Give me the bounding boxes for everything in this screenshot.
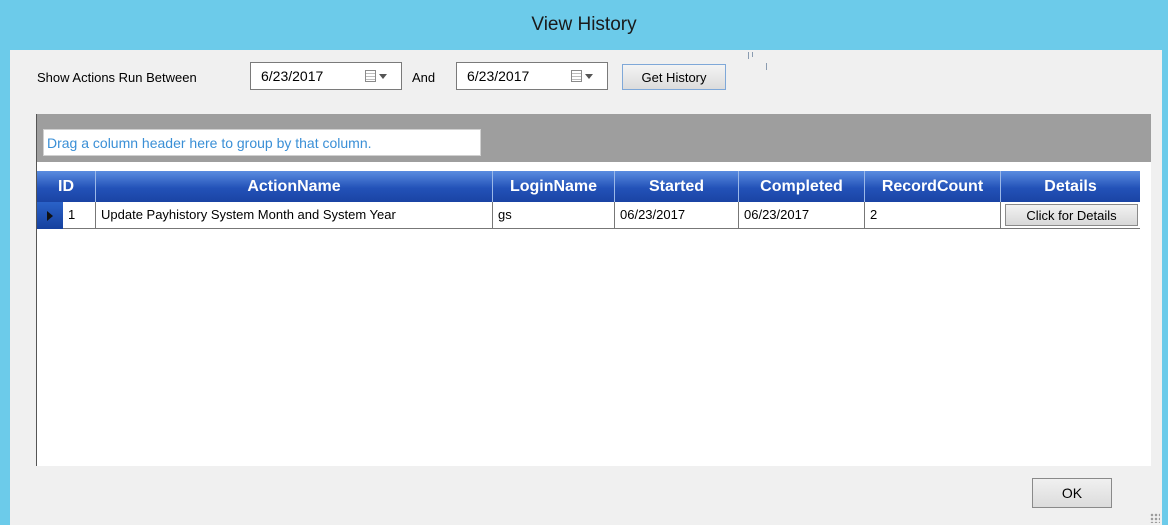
date-filter-bar: Show Actions Run Between 6/23/2017 And 6…	[10, 50, 1162, 108]
resize-grip-icon[interactable]	[1150, 513, 1160, 523]
column-header-details[interactable]: Details	[1001, 171, 1140, 202]
row-pointer-icon	[47, 210, 53, 221]
history-grid[interactable]: Drag a column header here to group by th…	[36, 114, 1151, 466]
title-bar[interactable]: View History	[0, 0, 1168, 50]
window-title: View History	[531, 14, 637, 35]
from-date-picker[interactable]: 6/23/2017	[250, 62, 402, 90]
calendar-icon	[365, 70, 376, 82]
column-header-loginname[interactable]: LoginName	[493, 171, 615, 202]
group-by-hint: Drag a column header here to group by th…	[43, 129, 481, 156]
row-selector[interactable]	[37, 202, 63, 229]
cell-record-count[interactable]: 2	[865, 202, 1001, 229]
cell-completed[interactable]: 06/23/2017	[739, 202, 865, 229]
column-header-started[interactable]: Started	[615, 171, 739, 202]
column-header-id[interactable]: ID	[37, 171, 96, 202]
from-date-value[interactable]: 6/23/2017	[261, 68, 323, 84]
table-row[interactable]: 1 Update Payhistory System Month and Sys…	[37, 202, 1140, 229]
click-for-details-button[interactable]: Click for Details	[1005, 204, 1138, 226]
chevron-down-icon	[379, 73, 387, 79]
to-date-picker[interactable]: 6/23/2017	[456, 62, 608, 90]
ok-button[interactable]: OK	[1032, 478, 1112, 508]
cell-details: Click for Details	[1001, 202, 1140, 229]
and-label: And	[412, 70, 436, 85]
cell-login-name[interactable]: gs	[493, 202, 615, 229]
chevron-down-icon	[585, 73, 593, 79]
from-date-dropdown-button[interactable]	[365, 68, 395, 84]
to-date-value[interactable]: 6/23/2017	[467, 68, 529, 84]
column-header-recordcount[interactable]: RecordCount	[865, 171, 1001, 202]
grid-header-row: ID ActionName LoginName Started Complete…	[37, 171, 1140, 202]
calendar-icon	[571, 70, 582, 82]
to-date-dropdown-button[interactable]	[571, 68, 601, 84]
divider-tick	[748, 52, 749, 59]
divider-tick	[766, 63, 767, 70]
dialog-client-area: Show Actions Run Between 6/23/2017 And 6…	[10, 50, 1162, 525]
cell-action-name[interactable]: Update Payhistory System Month and Syste…	[96, 202, 493, 229]
cell-started[interactable]: 06/23/2017	[615, 202, 739, 229]
group-by-panel[interactable]: Drag a column header here to group by th…	[37, 114, 1151, 162]
divider-tick	[752, 52, 753, 57]
view-history-window: View History Show Actions Run Between 6/…	[0, 0, 1168, 525]
cell-id[interactable]: 1	[63, 202, 96, 229]
get-history-button[interactable]: Get History	[622, 64, 726, 90]
column-header-completed[interactable]: Completed	[739, 171, 865, 202]
show-actions-label: Show Actions Run Between	[37, 70, 197, 85]
column-header-actionname[interactable]: ActionName	[96, 171, 493, 202]
